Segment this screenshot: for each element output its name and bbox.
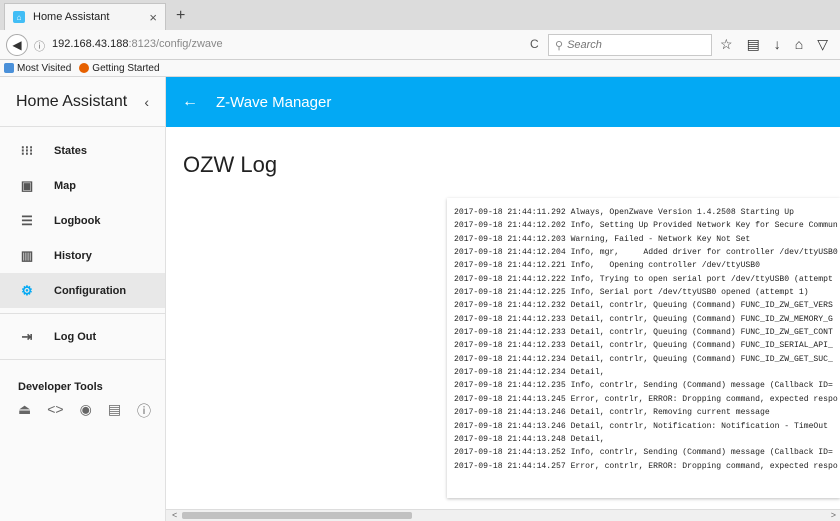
browser-tab[interactable]: ⌂ Home Assistant × [4, 3, 166, 30]
browser-toolbar-icons: ☆ ▤ ↓ ⌂ ▽ ≡ [720, 36, 840, 53]
bookmark-getting-started[interactable]: Getting Started [79, 62, 160, 74]
tab-title: Home Assistant [33, 11, 110, 23]
map-icon: ▣ [20, 177, 34, 193]
chart-icon: ▥ [20, 247, 34, 263]
bookmark-label: Getting Started [92, 62, 160, 74]
sidebar-item-label: Configuration [54, 284, 127, 297]
reading-list-icon[interactable]: ▤ [747, 36, 760, 53]
download-icon[interactable]: ↓ [774, 36, 781, 53]
scrollbar-thumb[interactable] [182, 512, 412, 519]
log-line: 2017-09-18 21:44:13.245 Error, contrlr, … [454, 394, 838, 404]
sidebar-item-label: Map [54, 179, 76, 192]
sidebar-item-configuration[interactable]: ⚙ Configuration [0, 273, 165, 308]
log-line: 2017-09-18 21:44:14.257 Error, contrlr, … [454, 461, 838, 471]
url-host: 192.168.43.188 [52, 38, 129, 50]
broadcast-event-icon[interactable]: ◉ [80, 401, 92, 421]
sidebar-header: Home Assistant ‹ [0, 77, 165, 127]
arrow-left-icon: ◀ [12, 38, 22, 52]
firefox-icon [79, 63, 90, 73]
sidebar-title: Home Assistant [16, 92, 128, 110]
bookmark-label: Most Visited [17, 62, 72, 74]
log-line: 2017-09-18 21:44:13.246 Detail, contrlr,… [454, 408, 770, 418]
sidebar-item-logbook[interactable]: ☰ Logbook [0, 203, 165, 238]
arrow-back-icon[interactable]: ← [182, 93, 198, 111]
sidebar-item-label: History [54, 249, 92, 262]
page-title: OZW Log [183, 152, 278, 177]
sidebar-item-history[interactable]: ▥ History [0, 238, 165, 273]
log-line: 2017-09-18 21:44:12.221 Info, Opening co… [454, 261, 760, 271]
grid-icon: ⁝⁝⁝ [20, 142, 34, 158]
sidebar-divider [0, 313, 165, 314]
search-icon: ⚲ [555, 39, 564, 52]
bookmark-star-icon[interactable]: ☆ [720, 36, 733, 53]
log-line: 2017-09-18 21:44:12.233 Detail, contrlr,… [454, 341, 833, 351]
folder-icon [4, 63, 14, 73]
info-icon[interactable]: ⓘ [137, 401, 151, 421]
scroll-left-icon[interactable]: < [172, 510, 177, 520]
log-line: 2017-09-18 21:44:12.202 Info, Setting Up… [454, 221, 838, 231]
ozw-log-card[interactable]: 2017-09-18 21:44:11.292 Always, OpenZwav… [447, 198, 840, 498]
template-file-icon[interactable]: ▤ [108, 401, 121, 421]
home-assistant-favicon-icon: ⌂ [13, 11, 25, 23]
log-line: 2017-09-18 21:44:12.233 Detail, contrlr,… [454, 314, 833, 324]
horizontal-scrollbar[interactable]: < > [166, 509, 840, 521]
log-line: 2017-09-18 21:44:12.232 Detail, contrlr,… [454, 301, 833, 311]
search-input[interactable] [567, 39, 698, 51]
browser-search-box[interactable]: ⚲ [548, 34, 712, 56]
pocket-icon[interactable]: ▽ [817, 36, 828, 53]
home-icon[interactable]: ⌂ [795, 36, 803, 53]
log-line: 2017-09-18 21:44:11.292 Always, OpenZwav… [454, 208, 794, 217]
sidebar-item-map[interactable]: ▣ Map [0, 168, 165, 203]
sidebar-item-logout[interactable]: ⇥ Log Out [0, 319, 165, 354]
gear-icon: ⚙ [21, 282, 33, 298]
log-line: 2017-09-18 21:44:12.234 Detail, [454, 368, 605, 378]
scroll-right-icon[interactable]: > [831, 510, 836, 520]
log-line: 2017-09-18 21:44:13.246 Detail, contrlr,… [454, 421, 828, 431]
close-tab-icon[interactable]: × [149, 10, 157, 25]
reload-icon[interactable]: C [530, 37, 539, 51]
log-line: 2017-09-18 21:44:12.203 Warning, Failed … [454, 234, 751, 244]
developer-tools-title: Developer Tools [18, 381, 103, 393]
log-line: 2017-09-18 21:44:13.248 Detail, [454, 434, 605, 444]
toolbar-title: Z-Wave Manager [216, 93, 332, 111]
app-toolbar: ← Z-Wave Manager [166, 77, 840, 127]
sidebar-divider [0, 359, 165, 360]
log-line: 2017-09-18 21:44:12.225 Info, Serial por… [454, 288, 809, 298]
info-icon[interactable]: ⓘ [34, 38, 45, 54]
collapse-sidebar-icon[interactable]: ‹ [144, 94, 149, 110]
log-line: 2017-09-18 21:44:12.204 Info, mgr, Added… [454, 248, 838, 258]
log-line: 2017-09-18 21:44:12.233 Detail, contrlr,… [454, 328, 833, 338]
developer-tools-icons: ⏏ <> ◉ ▤ ⓘ [0, 401, 165, 421]
bookmarks-bar: Most Visited Getting Started [0, 60, 840, 77]
logout-icon: ⇥ [21, 328, 33, 344]
url-path: :8123/config/zwave [128, 38, 223, 50]
sidebar: Home Assistant ‹ ⁝⁝⁝ States ▣ Map ☰ Logb… [0, 77, 166, 521]
log-lines: 2017-09-18 21:44:11.292 Always, OpenZwav… [454, 206, 840, 473]
list-icon: ☰ [21, 212, 33, 228]
browser-nav-bar: ◀ ⓘ 192.168.43.188:8123/config/zwave C ⚲… [0, 30, 840, 60]
browser-tab-bar: ⌂ Home Assistant × + [0, 0, 840, 30]
sidebar-item-label: Logbook [54, 214, 101, 227]
browser-back-button[interactable]: ◀ [6, 34, 28, 56]
sidebar-item-states[interactable]: ⁝⁝⁝ States [0, 133, 165, 168]
log-line: 2017-09-18 21:44:12.222 Info, Trying to … [454, 274, 833, 284]
log-line: 2017-09-18 21:44:13.252 Info, contrlr, S… [454, 448, 833, 458]
code-icon[interactable]: <> [47, 401, 63, 421]
remote-service-icon[interactable]: ⏏ [18, 401, 31, 421]
url-bar[interactable]: 192.168.43.188:8123/config/zwave [52, 38, 223, 50]
bookmark-most-visited[interactable]: Most Visited [4, 63, 71, 74]
sidebar-item-label: Log Out [54, 330, 97, 343]
log-line: 2017-09-18 21:44:12.235 Info, contrlr, S… [454, 381, 833, 391]
new-tab-button[interactable]: + [176, 7, 185, 25]
sidebar-item-label: States [54, 144, 88, 157]
log-line: 2017-09-18 21:44:12.234 Detail, contrlr,… [454, 354, 833, 364]
